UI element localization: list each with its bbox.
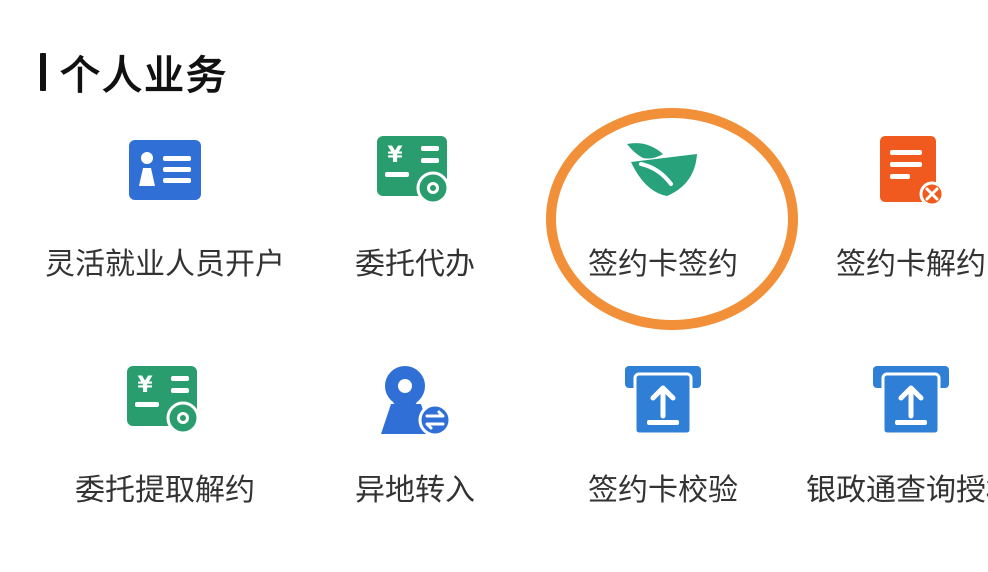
service-label: 签约卡签约 [588,247,738,282]
section-title: 个人业务 [60,53,228,99]
service-label: 委托代办 [355,247,475,282]
entrust-settings-icon: ¥ [125,364,205,440]
service-sign-card-verify[interactable]: 签约卡校验 [538,364,788,544]
location-transfer-icon [377,364,453,440]
service-label: 银政通查询授权 [806,473,988,508]
cancel-document-icon [876,134,946,212]
service-yinzhengtong-query-auth[interactable]: 银政通查询授权 [786,364,988,564]
id-card-icon [127,134,203,206]
service-label: 灵活就业人员开户 [45,247,285,282]
svg-text:¥: ¥ [137,373,153,398]
service-label: 委托提取解约 [75,473,255,508]
service-remote-transfer-in[interactable]: 异地转入 [290,364,540,544]
service-label: 签约卡校验 [588,473,738,508]
service-entrust-agent[interactable]: ¥ 委托代办 [290,134,540,334]
upload-card-icon [623,364,703,440]
upload-card-icon [871,364,951,440]
section-header: 个人业务 [40,44,228,100]
service-entrust-withdraw-cancel[interactable]: ¥ 委托提取解约 [40,364,290,544]
service-sign-card-sign[interactable]: 签约卡签约 [538,134,788,334]
sign-card-leaf-icon [623,134,703,208]
entrust-settings-icon: ¥ [375,134,455,210]
service-label: 异地转入 [355,473,475,508]
service-flexible-employment-account[interactable]: 灵活就业人员开户 [40,134,290,334]
service-label: 签约卡解约 [836,247,986,282]
section-accent-bar [40,53,46,91]
svg-text:¥: ¥ [387,143,403,168]
service-sign-card-cancel[interactable]: 签约卡解约 [786,134,988,334]
